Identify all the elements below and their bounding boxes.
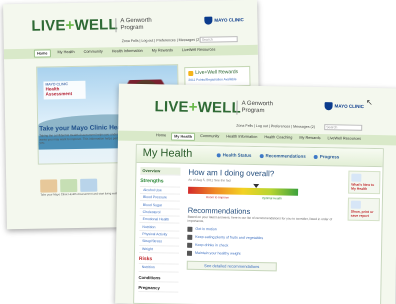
thumbnail-2[interactable]	[60, 178, 78, 193]
whats-new-box[interactable]: What's New to My Health	[348, 170, 381, 195]
main-content: How am I doing overall? As of Aug 5, 201…	[186, 168, 339, 272]
mayo-shield-icon	[324, 102, 333, 111]
nav-health-information[interactable]: Health Information	[110, 48, 145, 57]
mayo-clinic-logo: MAYO CLINIC	[324, 102, 364, 111]
activity-icon	[187, 226, 193, 232]
gauge-labels: Room to Improve Optimal Health	[188, 195, 298, 202]
livewell-logo[interactable]: LIVE+WELL	[154, 98, 241, 117]
nav-community[interactable]: Community	[82, 48, 105, 56]
sidebar-section-risks[interactable]: Risks	[138, 252, 179, 265]
gauge-high-label: Optimal Health	[261, 196, 282, 201]
recommendation-item[interactable]: Keep eating plenty of fruits and vegetab…	[187, 234, 337, 242]
search-input[interactable]: Search	[324, 124, 363, 131]
tab-progress[interactable]: Progress	[314, 154, 340, 159]
nav-my-health[interactable]: My Health	[171, 132, 196, 141]
front-window: LIVE+WELL A Genworth Program MAYO CLINIC …	[115, 83, 396, 304]
genworth-tagline: A Genworth Program	[236, 100, 274, 116]
search-input[interactable]: Search	[199, 36, 238, 43]
nav-my-rewards[interactable]: My Rewards	[297, 135, 322, 143]
user-meta[interactable]: Zona Fells | Log out | Preferences | Mes…	[236, 124, 315, 129]
sidebar-section-strengths[interactable]: Strengths	[140, 175, 181, 188]
nutrition-icon	[187, 234, 193, 240]
sidebar-item-conditions[interactable]: Conditions	[138, 271, 179, 283]
recommendation-item[interactable]: Keep drinks in check	[187, 242, 337, 250]
nav-my-health[interactable]: My Health	[55, 49, 76, 57]
panel-tabs: Health Status Recommendations Progress	[217, 152, 340, 159]
sidebar: Overview Strengths Alcohol Use Blood Pre…	[138, 166, 181, 293]
recommendation-item[interactable]: Get in motion	[187, 226, 337, 234]
mouse-cursor-icon: ↖	[366, 98, 373, 107]
thumbnail-3[interactable]	[80, 178, 98, 192]
nav-health-information[interactable]: Health Information	[224, 133, 259, 142]
user-meta[interactable]: Zona Fells | Log out | Preferences | Mes…	[122, 38, 201, 43]
tab-health-status[interactable]: Health Status	[217, 152, 252, 158]
gauge-low-label: Room to Improve	[205, 195, 230, 200]
page-title: My Health	[142, 147, 193, 160]
weight-icon	[186, 250, 193, 256]
thumbnail-1[interactable]	[40, 179, 58, 193]
nav-livewell-resources[interactable]: LiveWell Resources	[180, 47, 218, 56]
drink-icon	[187, 242, 193, 248]
thumbnail-row	[40, 178, 98, 193]
right-rail: What's New to My Health Show, print or s…	[347, 170, 381, 226]
nav-my-rewards[interactable]: My Rewards	[150, 47, 175, 55]
genworth-tagline: A Genworth Program	[115, 17, 152, 33]
report-box[interactable]: Show, print or save report	[347, 197, 380, 222]
mayo-shield-icon	[204, 16, 213, 25]
sidebar-item-pregnancy[interactable]: Pregnancy	[138, 281, 179, 293]
report-icon	[350, 200, 361, 209]
nav-health-coaching[interactable]: Health Coaching	[262, 134, 294, 143]
nav-home[interactable]: Home	[154, 132, 168, 140]
panel-header: My Health Health Status Recommendations …	[136, 144, 383, 168]
tab-recommendations[interactable]: Recommendations	[259, 153, 305, 159]
news-icon	[351, 173, 362, 182]
nav-home[interactable]: Home	[33, 49, 51, 58]
see-recommendations-button[interactable]: See detailed recommendations	[186, 260, 277, 271]
nav-livewell-resources[interactable]: LiveWell Resources	[325, 135, 363, 144]
nav-community[interactable]: Community	[198, 133, 221, 141]
gauge-marker-icon	[253, 183, 260, 189]
recommendation-item[interactable]: Maintain your healthy weight	[186, 250, 337, 258]
livewell-logo[interactable]: LIVE+WELL	[31, 16, 118, 35]
recommendations-subtitle: Based on your latest answers, here is ou…	[187, 214, 333, 223]
rewards-icon	[188, 70, 194, 76]
my-health-panel: My Health Health Status Recommendations …	[133, 143, 384, 304]
mayo-clinic-logo: MAYO CLINIC	[204, 16, 244, 25]
health-assessment-label: MAYO CLINIC Health Assessment	[43, 80, 86, 100]
